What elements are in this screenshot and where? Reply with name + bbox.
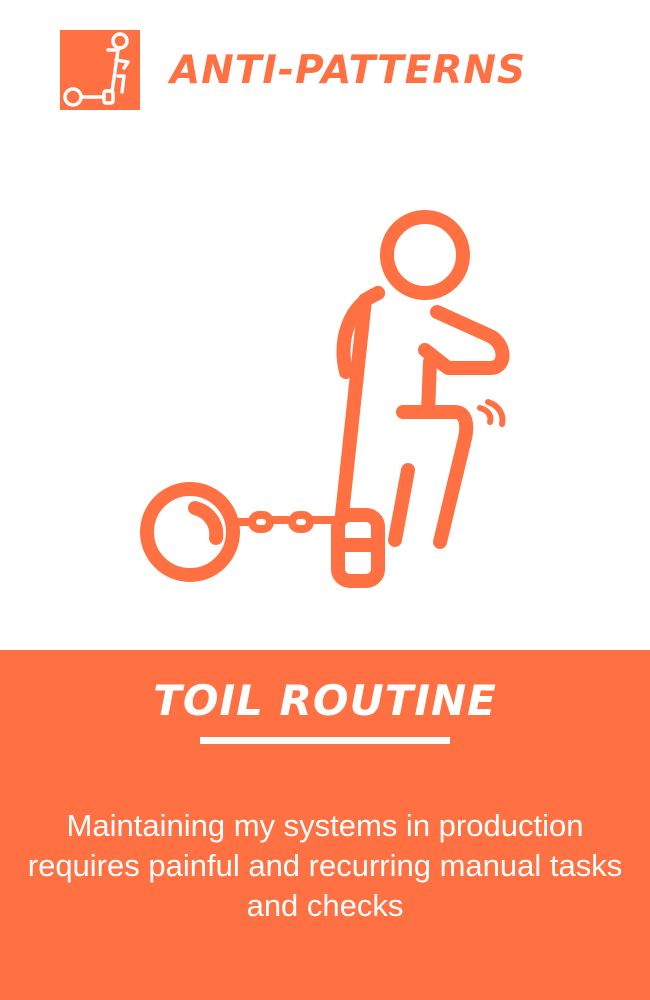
card-title: TOIL ROUTINE: [153, 676, 497, 725]
illustration: [0, 120, 650, 650]
card-header: ANTI-PATTERNS: [60, 30, 630, 110]
ball-and-chain-person-icon: [140, 210, 510, 588]
ball-and-chain-logo-icon: [60, 30, 140, 110]
category-label: ANTI-PATTERNS: [170, 47, 527, 93]
description-panel: TOIL ROUTINE Maintaining my systems in p…: [0, 650, 650, 1000]
title-divider: [200, 737, 450, 744]
card-description: Maintaining my systems in production req…: [27, 808, 623, 923]
anti-pattern-card: ANTI-PATTERNS TOIL ROUTINE Maintaining m…: [0, 0, 650, 1000]
